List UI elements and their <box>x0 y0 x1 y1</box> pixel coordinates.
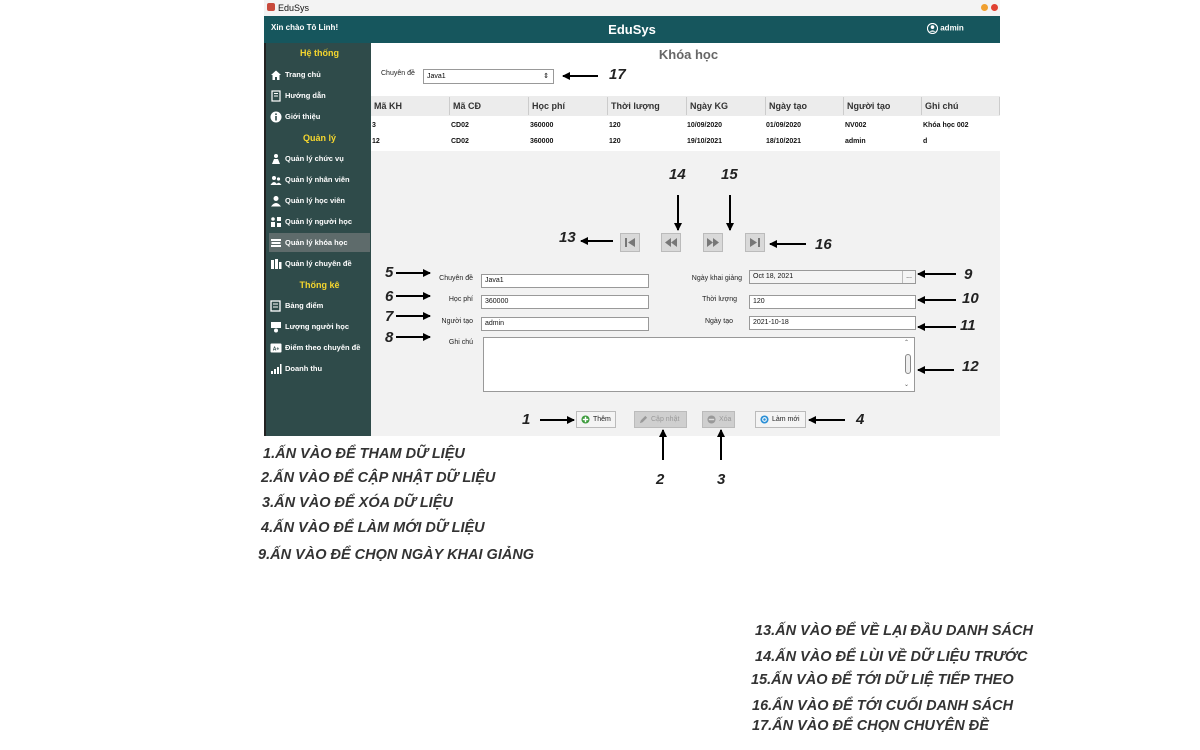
annotation-number: 1 <box>522 411 531 428</box>
annotation-note: 14.ẤN VÀO ĐỂ LÙI VỀ DỮ LIỆU TRƯỚC <box>755 649 1028 665</box>
annotation-note: 4.ẤN VÀO ĐỂ LÀM MỚI DỮ LIỆU <box>261 520 485 536</box>
annotation-number: 4 <box>856 411 865 428</box>
annotation-note: 16.ẤN VÀO ĐỂ TỚI CUỐI DANH SÁCH <box>752 698 1014 714</box>
annotation-number: 16 <box>815 236 832 253</box>
annotation-number: 17 <box>609 66 626 83</box>
annotation-number: 2 <box>656 471 665 488</box>
annotation-note: 3.ẤN VÀO ĐỂ XÓA DỮ LIỆU <box>262 495 453 511</box>
annotation-number: 6 <box>385 288 394 305</box>
annotation-number: 11 <box>960 317 976 334</box>
annotation-number: 13 <box>559 229 576 246</box>
annotation-number: 15 <box>721 166 738 183</box>
annotation-note: 15.ẤN VÀO ĐỂ TỚI DỮ LIỆ TIẾP THEO <box>751 672 1014 688</box>
annotation-note: 9.ẤN VÀO ĐỂ CHỌN NGÀY KHAI GIẢNG <box>258 547 535 563</box>
annotation-number: 7 <box>385 308 394 325</box>
annotation-number: 5 <box>385 264 394 281</box>
annotation-number: 8 <box>385 329 394 346</box>
annotation-number: 10 <box>962 290 979 307</box>
annotation-note: 2.ẤN VÀO ĐỂ CẬP NHẬT DỮ LIỆU <box>261 470 496 486</box>
annotation-number: 12 <box>962 358 979 375</box>
annotation-number: 9 <box>964 266 973 283</box>
annotation-number: 3 <box>717 471 726 488</box>
annotation-note: 17.ẤN VÀO ĐỂ CHỌN CHUYÊN ĐỀ <box>752 718 989 734</box>
annotation-note: 13.ẤN VÀO ĐỂ VỀ LẠI ĐẦU DANH SÁCH <box>755 623 1033 639</box>
annotation-note: 1.ẤN VÀO ĐỂ THAM DỮ LIỆU <box>263 446 465 462</box>
annotation-number: 14 <box>669 166 686 183</box>
